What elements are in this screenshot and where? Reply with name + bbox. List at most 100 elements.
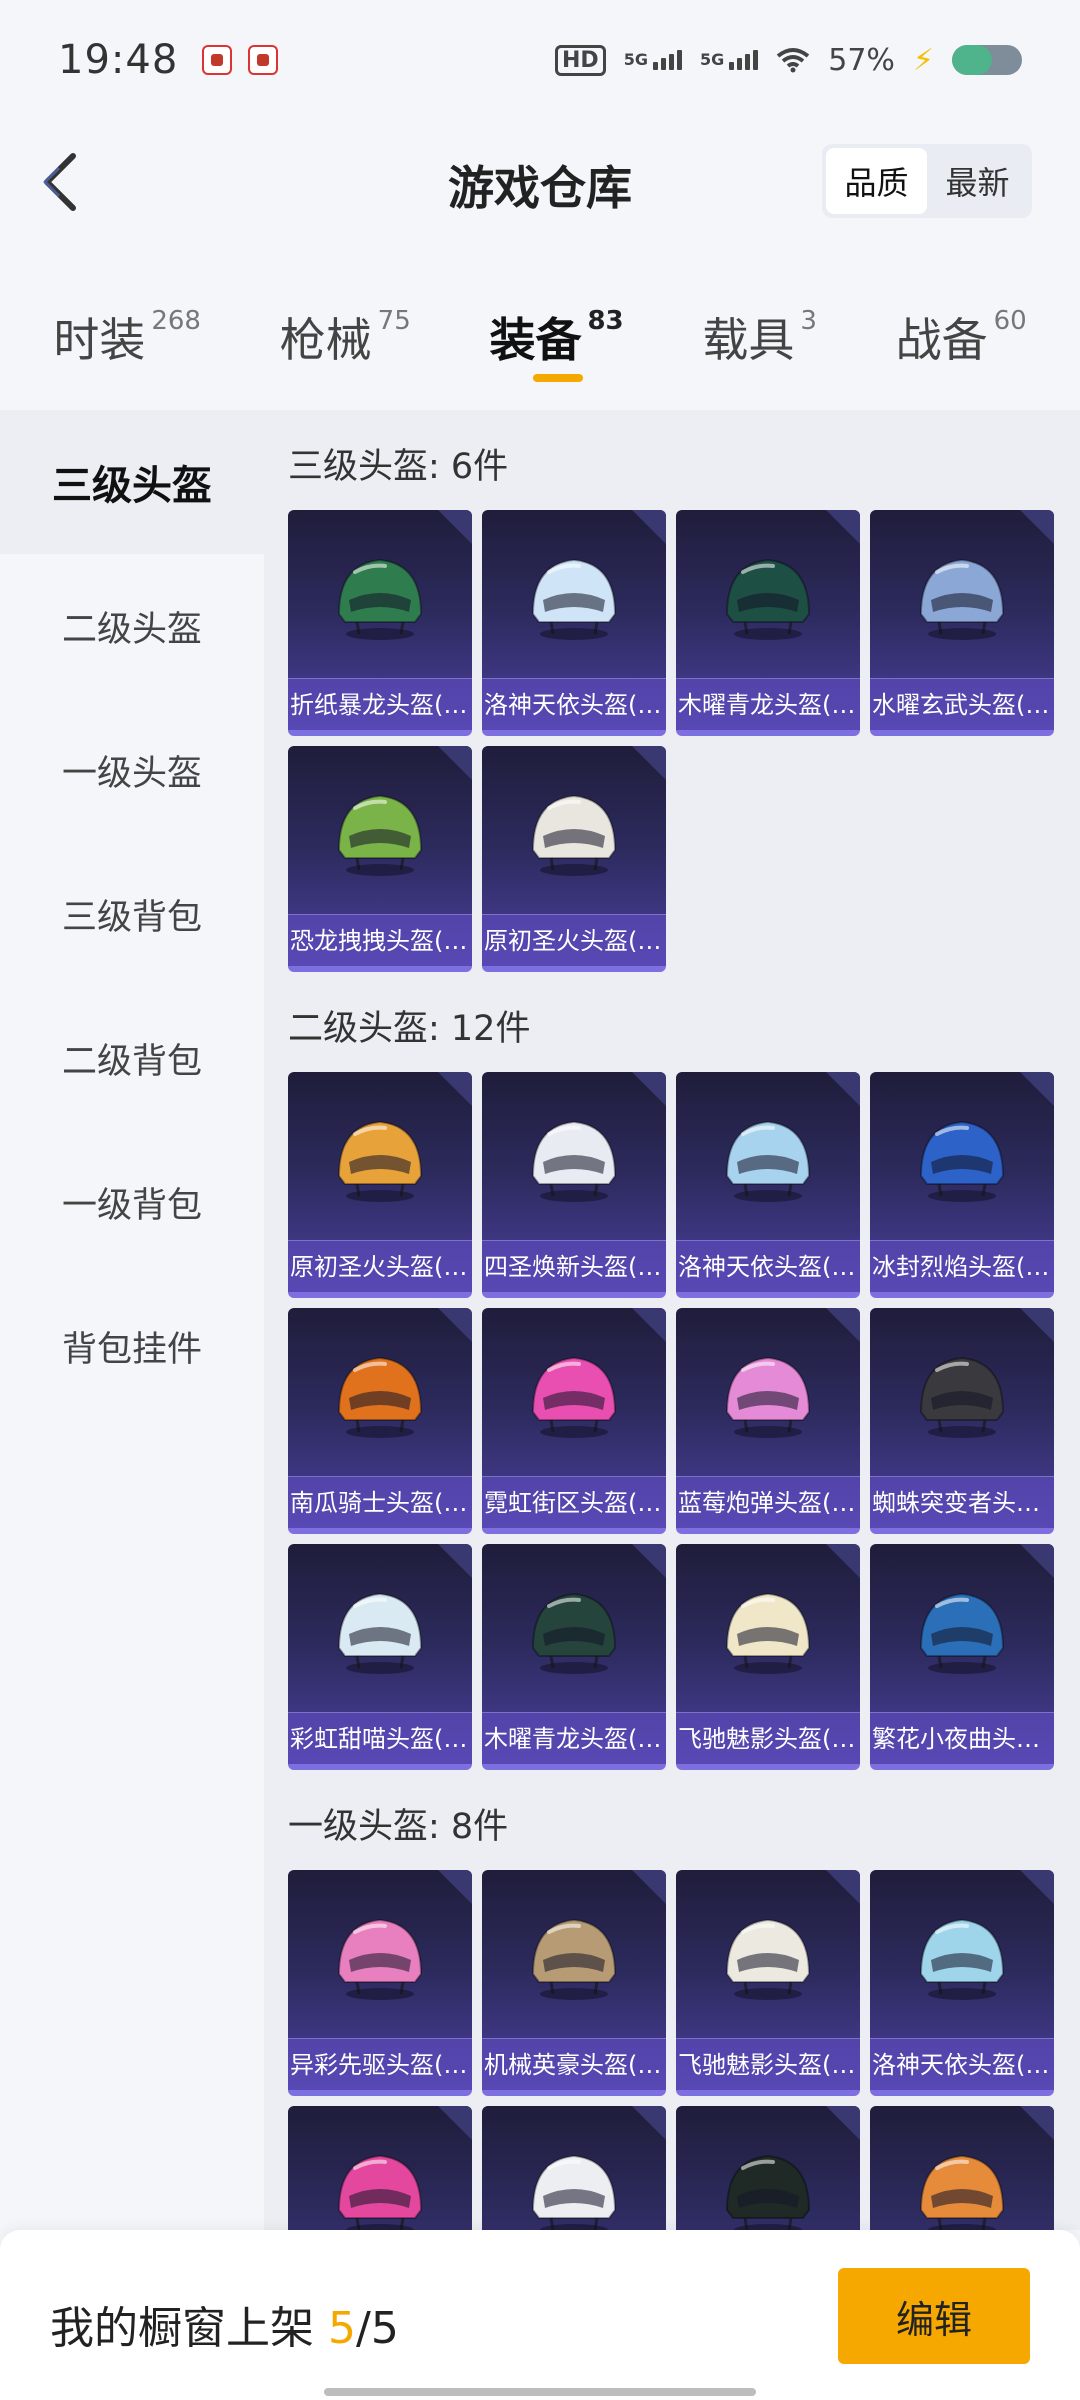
- item-name: 原初圣火头盔(…: [288, 1240, 472, 1292]
- helmet-icon: [325, 1104, 435, 1214]
- tab-count: 3: [800, 306, 817, 336]
- item-name: 飞驰魅影头盔(…: [676, 1712, 860, 1764]
- item-card[interactable]: 四圣焕新头盔(…: [482, 1072, 666, 1298]
- edit-button[interactable]: 编辑: [838, 2268, 1030, 2364]
- item-name: 冰封烈焰头盔(…: [870, 1240, 1054, 1292]
- item-card[interactable]: 飞驰魅影头盔(…: [676, 1870, 860, 2096]
- item-list: 三级头盔: 6件 折纸暴龙头盔(… 洛神天依头盔(… 木曜青龙头盔(… 水曜玄武…: [264, 410, 1080, 2230]
- showcase-total: /5: [356, 2303, 399, 2354]
- item-name: 机械英豪头盔(…: [482, 2038, 666, 2090]
- item-card[interactable]: [288, 2106, 472, 2230]
- helmet-icon: [713, 1576, 823, 1686]
- helmet-icon: [325, 1340, 435, 1450]
- helmet-icon: [713, 1340, 823, 1450]
- helmet-icon: [325, 2138, 435, 2230]
- sort-by-quality[interactable]: 品质: [826, 148, 927, 214]
- item-card[interactable]: 水曜玄武头盔(…: [870, 510, 1054, 736]
- helmet-icon: [519, 1576, 629, 1686]
- helmet-icon: [519, 1902, 629, 2012]
- hd-icon: HD: [555, 44, 606, 76]
- item-card[interactable]: 洛神天依头盔(…: [676, 1072, 860, 1298]
- item-name: 四圣焕新头盔(…: [482, 1240, 666, 1292]
- item-name: 水曜玄武头盔(…: [870, 678, 1054, 730]
- item-card[interactable]: 繁花小夜曲头…: [870, 1544, 1054, 1770]
- footer-bar: 我的橱窗上架 5/5 编辑: [0, 2230, 1080, 2400]
- item-card[interactable]: 南瓜骑士头盔(…: [288, 1308, 472, 1534]
- item-name: 彩虹甜喵头盔(…: [288, 1712, 472, 1764]
- sidebar-item-level2-helmet[interactable]: 二级头盔: [0, 554, 264, 698]
- item-card[interactable]: 飞驰魅影头盔(…: [676, 1544, 860, 1770]
- tab-equipment[interactable]: 装备 83: [489, 290, 624, 410]
- helmet-icon: [907, 1104, 1017, 1214]
- tab-supplies[interactable]: 战备 60: [896, 290, 1027, 410]
- tab-vehicles[interactable]: 载具 3: [702, 290, 817, 410]
- signal-label: 5G: [623, 50, 648, 69]
- item-name: 南瓜骑士头盔(…: [288, 1476, 472, 1528]
- item-card[interactable]: 冰封烈焰头盔(…: [870, 1072, 1054, 1298]
- item-card[interactable]: 折纸暴龙头盔(…: [288, 510, 472, 736]
- sidebar: 三级头盔 二级头盔 一级头盔 三级背包 二级背包 一级背包 背包挂件: [0, 410, 264, 2230]
- section-title: 二级头盔: 12件: [288, 1008, 531, 1049]
- tab-label: 时装: [53, 313, 146, 367]
- helmet-icon: [907, 1340, 1017, 1450]
- tab-label: 枪械: [279, 313, 372, 367]
- item-card[interactable]: 洛神天依头盔(…: [870, 1870, 1054, 2096]
- signal-label: 5G: [699, 50, 725, 69]
- item-name: 蓝莓炮弹头盔(…: [676, 1476, 860, 1528]
- item-name: 洛神天依头盔(…: [676, 1240, 860, 1292]
- showcase-status: 我的橱窗上架 5/5: [50, 2292, 399, 2356]
- home-indicator[interactable]: [324, 2388, 756, 2396]
- helmet-icon: [713, 1104, 823, 1214]
- battery-icon: [952, 45, 1022, 75]
- helmet-icon: [519, 2138, 629, 2230]
- tab-guns[interactable]: 枪械 75: [280, 290, 411, 410]
- item-card[interactable]: 原初圣火头盔(…: [482, 746, 666, 972]
- helmet-icon: [325, 542, 435, 652]
- item-card[interactable]: 霓虹街区头盔(…: [482, 1308, 666, 1534]
- sort-by-newest[interactable]: 最新: [927, 148, 1028, 214]
- item-card[interactable]: 彩虹甜喵头盔(…: [288, 1544, 472, 1770]
- helmet-icon: [907, 542, 1017, 652]
- item-card[interactable]: [676, 2106, 860, 2230]
- item-card[interactable]: 木曜青龙头盔(…: [676, 510, 860, 736]
- sidebar-item-backpack-pendant[interactable]: 背包挂件: [0, 1274, 264, 1418]
- tab-count: 75: [377, 306, 411, 336]
- chevron-left-icon: [42, 153, 76, 211]
- sidebar-item-level3-helmet[interactable]: 三级头盔: [0, 410, 264, 554]
- item-card[interactable]: 原初圣火头盔(…: [288, 1072, 472, 1298]
- status-bar: 19:48 HD 5G 5G 57% ⚡: [0, 0, 1080, 120]
- item-card[interactable]: [482, 2106, 666, 2230]
- showcase-label: 我的橱窗上架: [50, 2303, 314, 2354]
- notification-icons: [202, 45, 279, 75]
- tab-label: 载具: [702, 313, 795, 367]
- item-card[interactable]: 洛神天依头盔(…: [482, 510, 666, 736]
- item-name: 蜘蛛突变者头…: [870, 1476, 1054, 1528]
- item-card[interactable]: 蓝莓炮弹头盔(…: [676, 1308, 860, 1534]
- helmet-icon: [325, 1576, 435, 1686]
- item-card[interactable]: 机械英豪头盔(…: [482, 1870, 666, 2096]
- helmet-icon: [907, 2138, 1017, 2230]
- helmet-icon: [325, 1902, 435, 2012]
- tab-count: 83: [587, 306, 624, 336]
- status-indicators: HD 5G 5G 57% ⚡: [555, 43, 1022, 78]
- sidebar-item-level1-helmet[interactable]: 一级头盔: [0, 698, 264, 842]
- sidebar-item-level2-backpack[interactable]: 二级背包: [0, 986, 264, 1130]
- sidebar-item-level3-backpack[interactable]: 三级背包: [0, 842, 264, 986]
- item-card[interactable]: 恐龙拽拽头盔(…: [288, 746, 472, 972]
- item-name: 恐龙拽拽头盔(…: [288, 914, 472, 966]
- helmet-icon: [713, 542, 823, 652]
- item-name: 洛神天依头盔(…: [870, 2038, 1054, 2090]
- item-grid: 原初圣火头盔(… 四圣焕新头盔(… 洛神天依头盔(… 冰封烈焰头盔(… 南瓜骑士…: [288, 1072, 1080, 1770]
- helmet-icon: [519, 1104, 629, 1214]
- item-name: 异彩先驱头盔(…: [288, 2038, 472, 2090]
- tab-fashion[interactable]: 时装 268: [53, 290, 201, 410]
- item-card[interactable]: 异彩先驱头盔(…: [288, 1870, 472, 2096]
- item-card[interactable]: 蜘蛛突变者头…: [870, 1308, 1054, 1534]
- item-card[interactable]: [870, 2106, 1054, 2230]
- section-title: 一级头盔: 8件: [288, 1806, 509, 1847]
- active-tab-indicator: [533, 374, 584, 382]
- sidebar-item-level1-backpack[interactable]: 一级背包: [0, 1130, 264, 1274]
- back-button[interactable]: [30, 150, 90, 214]
- helmet-icon: [907, 1902, 1017, 2012]
- item-card[interactable]: 木曜青龙头盔(…: [482, 1544, 666, 1770]
